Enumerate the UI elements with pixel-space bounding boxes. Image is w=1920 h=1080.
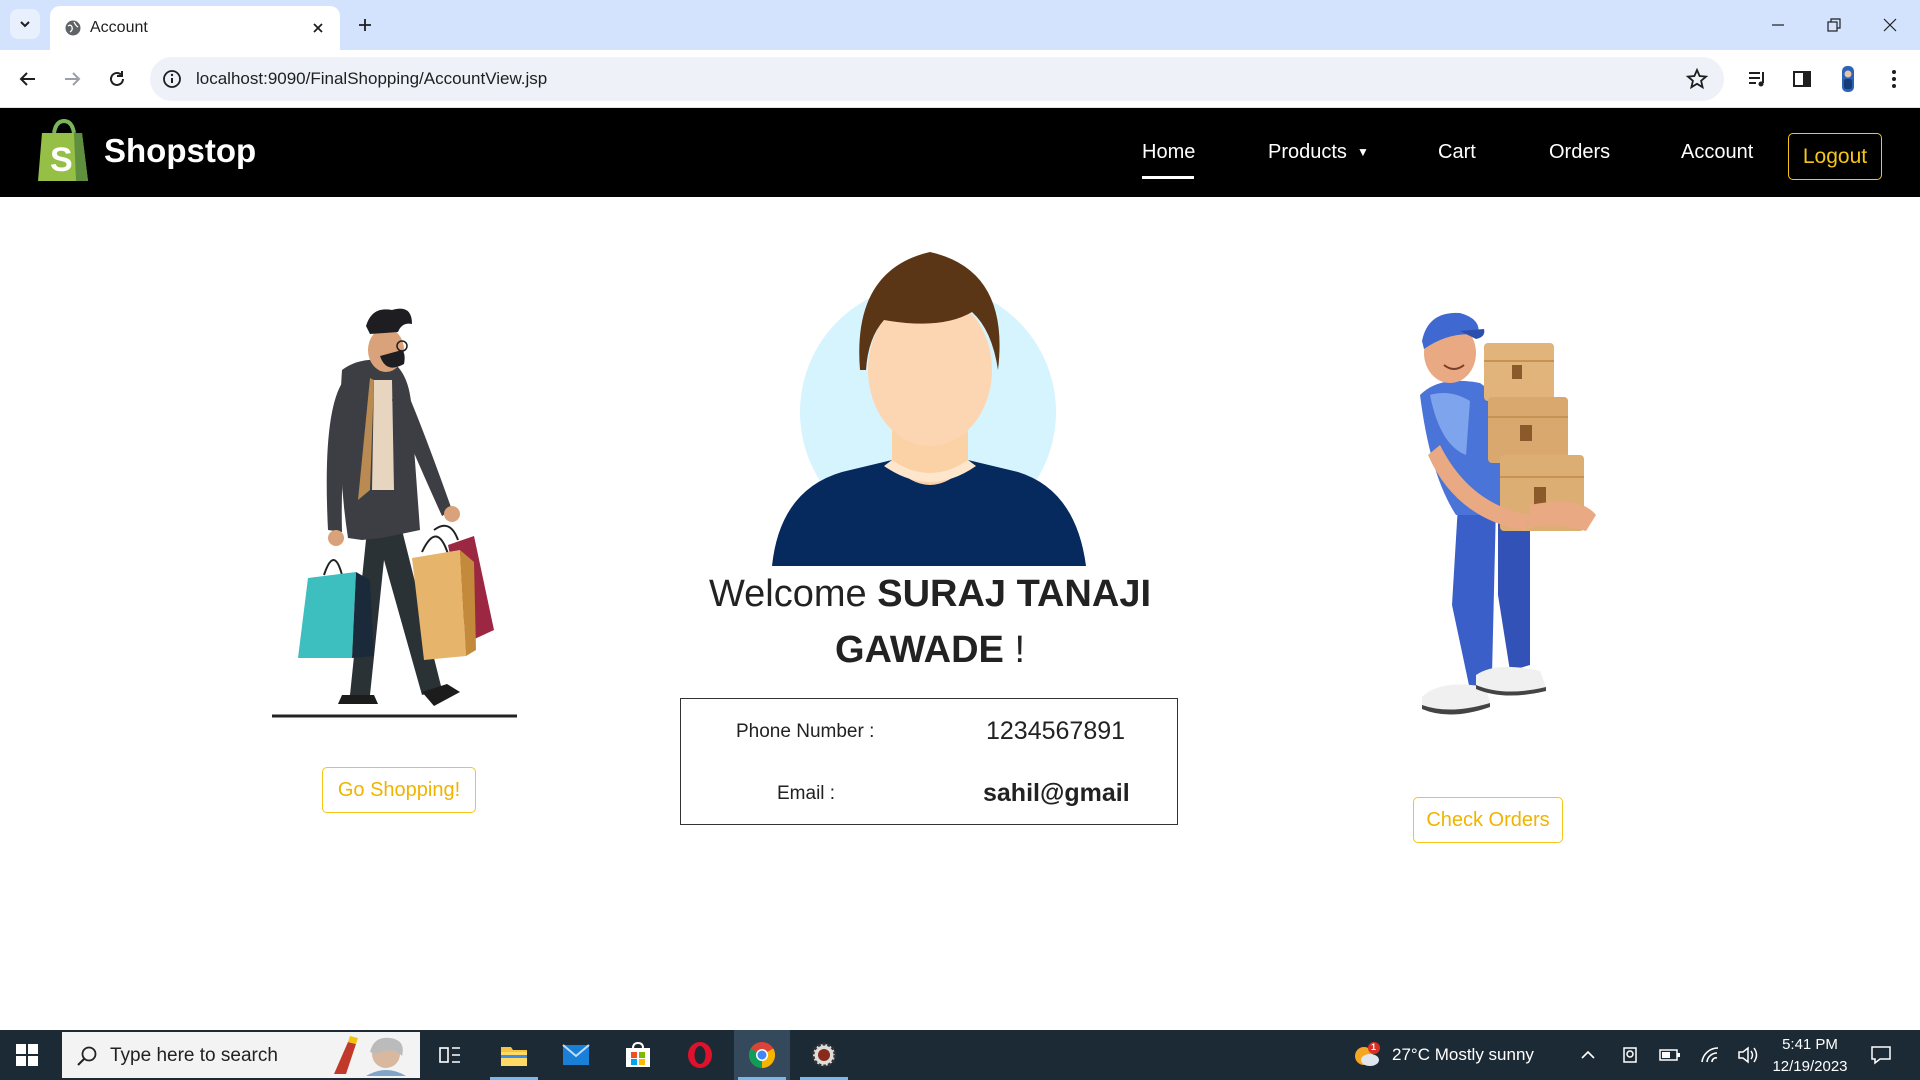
user-avatar: [772, 252, 1086, 566]
side-panel-icon: [1793, 71, 1811, 87]
tray-network[interactable]: [1692, 1030, 1728, 1080]
taskbar-search-box[interactable]: Type here to search: [62, 1032, 420, 1078]
opera-icon: [688, 1042, 712, 1068]
taskbar-opera[interactable]: [672, 1030, 728, 1080]
tab-title: Account: [90, 19, 148, 36]
go-shopping-button[interactable]: Go Shopping!: [322, 767, 476, 813]
mail-icon: [562, 1044, 590, 1065]
nav-products-label: Products: [1268, 141, 1347, 163]
svg-text:S: S: [50, 141, 73, 179]
wifi-icon: [1701, 1047, 1719, 1063]
weather-text[interactable]: 27°C Mostly sunny: [1392, 1045, 1534, 1065]
restore-window-button[interactable]: [1806, 0, 1862, 50]
plus-icon: [359, 19, 371, 31]
profile-button[interactable]: [1834, 65, 1862, 93]
taskbar-chrome[interactable]: [734, 1030, 790, 1080]
browser-tab-account[interactable]: Account: [50, 6, 340, 50]
arrow-right-icon: [65, 72, 81, 86]
profile-avatar-icon: [1842, 66, 1854, 92]
taskbar-app-gear[interactable]: [796, 1030, 852, 1080]
phone-value: 1234567891: [986, 717, 1126, 745]
welcome-heading: Welcome SURAJ TANAJI GAWADE !: [680, 566, 1180, 678]
info-icon[interactable]: [162, 69, 182, 89]
chrome-icon: [748, 1042, 776, 1069]
windows-start-icon[interactable]: [16, 1044, 38, 1066]
more-vertical-icon: [1892, 70, 1896, 88]
user-name: SURAJ TANAJI GAWADE: [834, 573, 1152, 671]
minimize-icon: [1772, 24, 1784, 26]
logout-button[interactable]: Logout: [1788, 133, 1882, 180]
search-icon: [77, 1046, 97, 1066]
chevron-down-icon: [20, 21, 30, 28]
new-tab-button[interactable]: [352, 12, 378, 38]
restore-icon: [1827, 18, 1841, 32]
taskbar-microsoft-store[interactable]: [610, 1030, 666, 1080]
task-view-icon: [439, 1047, 460, 1063]
clock-date: 12/19/2023: [1772, 1058, 1848, 1075]
task-view-button[interactable]: [422, 1030, 478, 1080]
browser-toolbar: localhost:9090/FinalShopping/AccountView…: [0, 50, 1920, 108]
battery-icon: [1659, 1049, 1680, 1061]
weather-sun-cloud-icon[interactable]: [1352, 1042, 1382, 1070]
caret-down-icon: ▼: [1356, 145, 1369, 159]
taskbar-file-explorer[interactable]: [486, 1030, 542, 1080]
email-label: Email :: [777, 783, 836, 804]
bookmark-star-icon[interactable]: [1686, 68, 1708, 90]
active-nav-indicator: [1142, 176, 1194, 179]
chevron-up-icon: [1581, 1050, 1595, 1059]
search-highlight-illustration-icon: [334, 1036, 406, 1076]
gear-icon: [811, 1042, 837, 1068]
side-panel-button[interactable]: [1788, 65, 1816, 93]
notifications-button[interactable]: [1858, 1030, 1904, 1080]
close-icon: [1883, 18, 1897, 32]
browser-menu-button[interactable]: [1880, 65, 1908, 93]
globe-icon: [65, 20, 81, 36]
store-icon: [626, 1042, 650, 1067]
taskbar-mail[interactable]: [548, 1030, 604, 1080]
tray-volume[interactable]: [1730, 1030, 1766, 1080]
account-info-box: Phone Number : 1234567891 Email : sahil@…: [680, 698, 1178, 825]
site-navbar: S Shopstop Home Products ▼ Cart Orders Ac…: [0, 108, 1920, 197]
taskbar-clock[interactable]: 5:41 PM 12/19/2023: [1770, 1034, 1850, 1078]
browser-tab-bar: Account: [0, 0, 1920, 50]
check-orders-button[interactable]: Check Orders: [1413, 797, 1563, 843]
arrow-left-icon: [19, 72, 35, 86]
nav-cart[interactable]: Cart: [1438, 141, 1476, 164]
email-value: sahil@gmail: [983, 779, 1130, 807]
camera-icon: [1623, 1047, 1637, 1063]
playlist-icon: [1749, 72, 1764, 87]
taskbar-search-placeholder: Type here to search: [110, 1045, 278, 1066]
tray-meet-now[interactable]: [1612, 1030, 1648, 1080]
address-url: localhost:9090/FinalShopping/AccountView…: [196, 69, 548, 88]
nav-account[interactable]: Account: [1681, 141, 1753, 164]
shopping-bag-logo-icon[interactable]: S: [36, 119, 92, 183]
delivery-man-illustration: [1420, 312, 1596, 715]
speaker-icon: [1738, 1046, 1758, 1064]
folder-icon: [501, 1047, 527, 1066]
welcome-suffix: !: [1014, 629, 1026, 671]
reload-button[interactable]: [103, 65, 131, 93]
tab-search-button[interactable]: [10, 9, 40, 39]
close-window-button[interactable]: [1862, 0, 1918, 50]
nav-orders[interactable]: Orders: [1549, 141, 1610, 164]
welcome-prefix: Welcome: [708, 573, 867, 615]
brand-name[interactable]: Shopstop: [104, 132, 256, 170]
shopper-illustration: [272, 308, 517, 718]
close-tab-icon[interactable]: [308, 18, 328, 38]
reload-icon: [110, 71, 124, 86]
media-control-button[interactable]: [1744, 65, 1772, 93]
forward-button[interactable]: [58, 65, 86, 93]
windows-taskbar: Type here to search 1 27°C Mostly sunny: [0, 1030, 1920, 1080]
minimize-window-button[interactable]: [1750, 0, 1806, 50]
phone-label: Phone Number :: [736, 721, 875, 742]
show-hidden-icons-button[interactable]: [1570, 1030, 1606, 1080]
notification-icon: [1871, 1046, 1891, 1065]
tray-battery[interactable]: [1652, 1030, 1688, 1080]
clock-time: 5:41 PM: [1782, 1036, 1838, 1053]
back-button[interactable]: [14, 65, 42, 93]
address-bar[interactable]: localhost:9090/FinalShopping/AccountView…: [150, 57, 1724, 101]
nav-products[interactable]: Products ▼: [1268, 141, 1369, 164]
nav-home[interactable]: Home: [1142, 141, 1195, 164]
weather-badge: 1: [1371, 1042, 1377, 1052]
